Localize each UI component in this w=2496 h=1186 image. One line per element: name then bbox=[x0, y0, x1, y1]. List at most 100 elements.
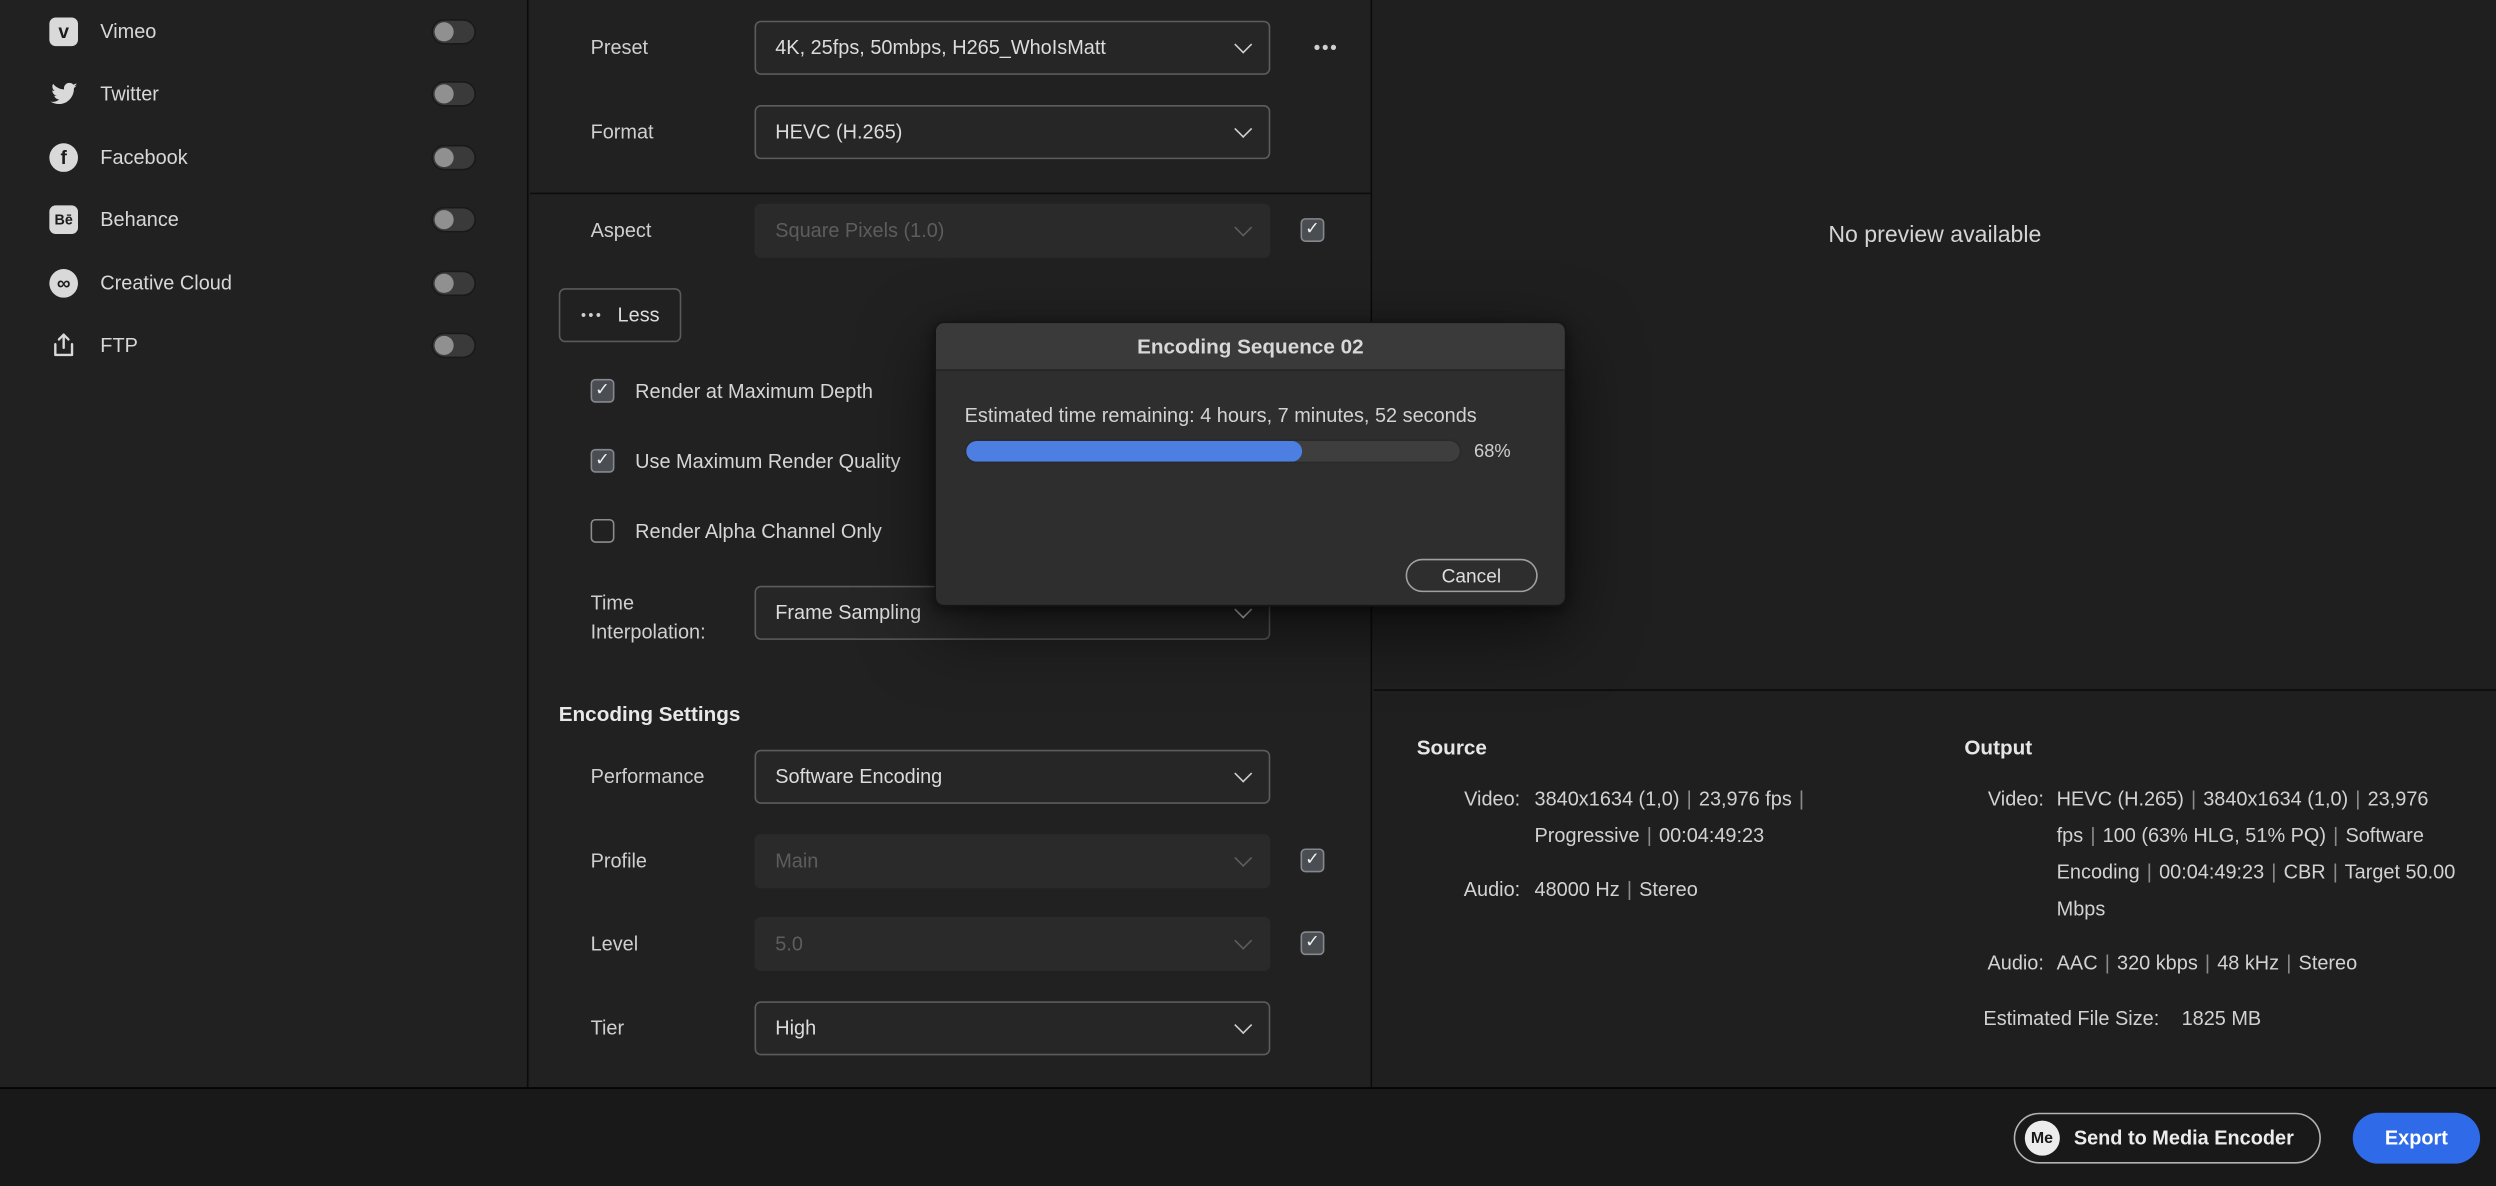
creative-cloud-toggle[interactable] bbox=[431, 270, 476, 296]
ellipsis-icon: ••• bbox=[581, 307, 604, 324]
destination-label: Behance bbox=[100, 208, 179, 232]
facebook-toggle[interactable] bbox=[431, 144, 476, 170]
time-interpolation-label: Time Interpolation: bbox=[590, 592, 706, 644]
chevron-down-icon bbox=[1234, 119, 1253, 138]
destination-label: Facebook bbox=[100, 146, 188, 169]
chevron-down-icon bbox=[1234, 931, 1253, 950]
preset-more-button[interactable]: ••• bbox=[1297, 21, 1354, 75]
destination-label: FTP bbox=[100, 334, 138, 357]
tier-row: Tier High bbox=[530, 1001, 1370, 1056]
vimeo-glyph: v bbox=[49, 17, 79, 46]
media-encoder-icon: Me bbox=[2024, 1120, 2060, 1156]
source-audio-row: Audio: 48000 Hz | Stereo bbox=[1417, 872, 1910, 909]
profile-label: Profile bbox=[590, 850, 647, 873]
output-summary: Output Video: HEVC (H.265) | 3840x1634 (… bbox=[1964, 735, 2489, 1037]
preset-dropdown[interactable]: 4K, 25fps, 50mbps, H265_WhoIsMatt bbox=[754, 20, 1271, 75]
destination-label: Vimeo bbox=[100, 20, 157, 43]
preset-label: Preset bbox=[590, 36, 649, 59]
file-size-value: 1825 MB bbox=[2181, 1007, 2262, 1030]
alpha-channel-row: Render Alpha Channel Only bbox=[590, 518, 882, 543]
behance-icon: Bē bbox=[48, 204, 80, 236]
encoding-settings-heading: Encoding Settings bbox=[558, 702, 741, 726]
max-render-quality-label: Use Maximum Render Quality bbox=[635, 449, 901, 472]
format-value: HEVC (H.265) bbox=[775, 120, 903, 144]
send-to-media-encoder-button[interactable]: Me Send to Media Encoder bbox=[2013, 1112, 2321, 1164]
chevron-down-icon bbox=[1234, 764, 1253, 783]
twitter-icon bbox=[48, 78, 80, 110]
destinations-sidebar: v Vimeo Twitter f Facebook Bē Behance ∞ … bbox=[0, 0, 529, 1088]
aspect-dropdown: Square Pixels (1.0) bbox=[754, 203, 1271, 258]
export-button[interactable]: Export bbox=[2352, 1112, 2481, 1164]
preset-value: 4K, 25fps, 50mbps, H265_WhoIsMatt bbox=[775, 36, 1106, 59]
toggle-knob bbox=[434, 21, 454, 41]
sidebar-item-vimeo[interactable]: v Vimeo bbox=[0, 0, 527, 63]
level-value: 5.0 bbox=[775, 932, 803, 956]
destination-label: Creative Cloud bbox=[100, 271, 232, 295]
chevron-down-icon bbox=[1234, 35, 1253, 54]
level-row: Level 5.0 bbox=[530, 916, 1370, 972]
behance-glyph: Bē bbox=[49, 205, 79, 235]
destination-label: Twitter bbox=[100, 83, 159, 106]
profile-override-checkbox[interactable] bbox=[1300, 848, 1325, 873]
source-output-summary: Source Video: 3840x1634 (1,0) | 23,976 f… bbox=[1374, 692, 2496, 1087]
toggle-knob bbox=[434, 210, 454, 230]
no-preview-text: No preview available bbox=[1828, 222, 2042, 249]
time-remaining-text: Estimated time remaining: 4 hours, 7 min… bbox=[964, 404, 1477, 427]
level-override-checkbox[interactable] bbox=[1300, 931, 1325, 956]
ftp-toggle[interactable] bbox=[431, 333, 476, 359]
toggle-knob bbox=[434, 273, 454, 293]
progress-percent-text: 68% bbox=[1474, 442, 1511, 462]
twitter-toggle[interactable] bbox=[431, 81, 476, 108]
aspect-label: Aspect bbox=[590, 219, 652, 242]
preset-row: Preset 4K, 25fps, 50mbps, H265_WhoIsMatt bbox=[530, 20, 1370, 75]
chevron-down-icon bbox=[1234, 218, 1253, 237]
render-max-depth-row: Render at Maximum Depth bbox=[590, 378, 873, 403]
format-dropdown[interactable]: HEVC (H.265) bbox=[754, 105, 1271, 160]
sidebar-item-ftp[interactable]: FTP bbox=[0, 314, 527, 377]
sidebar-item-facebook[interactable]: f Facebook bbox=[0, 126, 527, 189]
cancel-button[interactable]: Cancel bbox=[1405, 558, 1538, 593]
progress-fill bbox=[966, 440, 1302, 462]
profile-dropdown: Main bbox=[754, 834, 1271, 889]
render-max-depth-checkbox[interactable] bbox=[590, 378, 615, 403]
sidebar-item-creative-cloud[interactable]: ∞ Creative Cloud bbox=[0, 252, 527, 315]
level-dropdown: 5.0 bbox=[754, 916, 1271, 972]
source-video-value: 3840x1634 (1,0) | 23,976 fps | Progressi… bbox=[1534, 787, 1805, 847]
less-options-button[interactable]: ••• Less bbox=[558, 288, 682, 343]
vimeo-toggle[interactable] bbox=[431, 18, 476, 45]
output-audio-label: Audio: bbox=[1987, 951, 2044, 975]
output-heading: Output bbox=[1964, 735, 2033, 760]
sidebar-item-twitter[interactable]: Twitter bbox=[0, 63, 527, 126]
level-label: Level bbox=[590, 932, 639, 956]
performance-value: Software Encoding bbox=[775, 765, 943, 788]
encoding-progress-dialog: Encoding Sequence 02 Estimated time rema… bbox=[934, 321, 1567, 607]
less-label: Less bbox=[617, 304, 660, 327]
format-row: Format HEVC (H.265) bbox=[530, 105, 1370, 160]
facebook-glyph: f bbox=[49, 142, 79, 172]
output-audio-value: AAC | 320 kbps | 48 kHz | Stereo bbox=[2056, 951, 2358, 975]
time-interpolation-value: Frame Sampling bbox=[775, 601, 922, 625]
chevron-down-icon bbox=[1234, 1016, 1253, 1035]
footer-bar: Me Send to Media Encoder Export bbox=[0, 1087, 2496, 1186]
source-audio-label: Audio: bbox=[1463, 878, 1521, 901]
send-to-media-encoder-label: Send to Media Encoder bbox=[2073, 1127, 2294, 1150]
behance-toggle[interactable] bbox=[431, 207, 476, 233]
source-video-label: Video: bbox=[1464, 787, 1521, 811]
sidebar-item-behance[interactable]: Bē Behance bbox=[0, 189, 527, 252]
source-video-row: Video: 3840x1634 (1,0) | 23,976 fps | Pr… bbox=[1417, 782, 1910, 855]
performance-dropdown[interactable]: Software Encoding bbox=[754, 749, 1271, 804]
output-video-row: Video: HEVC (H.265) | 3840x1634 (1,0) | … bbox=[1964, 782, 2489, 928]
performance-row: Performance Software Encoding bbox=[530, 749, 1370, 804]
alpha-channel-checkbox[interactable] bbox=[590, 518, 615, 543]
tier-label: Tier bbox=[590, 1017, 625, 1040]
source-summary: Source Video: 3840x1634 (1,0) | 23,976 f… bbox=[1417, 735, 1910, 926]
performance-label: Performance bbox=[590, 765, 705, 788]
aspect-value: Square Pixels (1.0) bbox=[775, 219, 945, 242]
aspect-override-checkbox[interactable] bbox=[1300, 218, 1325, 242]
tier-dropdown[interactable]: High bbox=[754, 1001, 1271, 1056]
toggle-knob bbox=[434, 147, 454, 167]
max-render-quality-checkbox[interactable] bbox=[590, 448, 615, 473]
output-video-value: HEVC (H.265) | 3840x1634 (1,0) | 23,976 … bbox=[2056, 787, 2456, 921]
toggle-knob bbox=[434, 336, 454, 356]
toggle-knob bbox=[434, 84, 454, 104]
